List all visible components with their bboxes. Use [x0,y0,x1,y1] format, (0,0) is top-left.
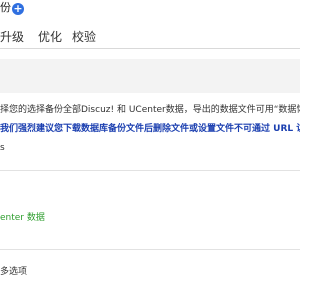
tab-optimize[interactable]: 优化 [38,28,62,45]
add-icon[interactable]: + [12,3,24,15]
page-title: 份 [0,1,11,14]
warning-text: 我们强烈建议您下载数据库备份文件后删除文件或设置文件不可通过 URL 访问。 [0,124,300,134]
divider [0,249,300,250]
more-options-label[interactable]: 多选项 [0,266,27,278]
section-header [0,59,300,93]
title-bar: 份 + [0,0,300,20]
tab-verify[interactable]: 校验 [72,28,96,45]
tabs-divider [0,48,300,49]
text-fragment: s [0,143,5,153]
tip-text: 择您的选择备份全部Discuz! 和 UCenter数据，导出的数据文件可用“数… [0,105,300,115]
divider [0,170,300,171]
tab-bar: 升级 优化 校验 [0,22,300,48]
ucenter-option-label[interactable]: enter 数据 [0,212,45,224]
tab-upgrade[interactable]: 升级 [0,28,24,45]
